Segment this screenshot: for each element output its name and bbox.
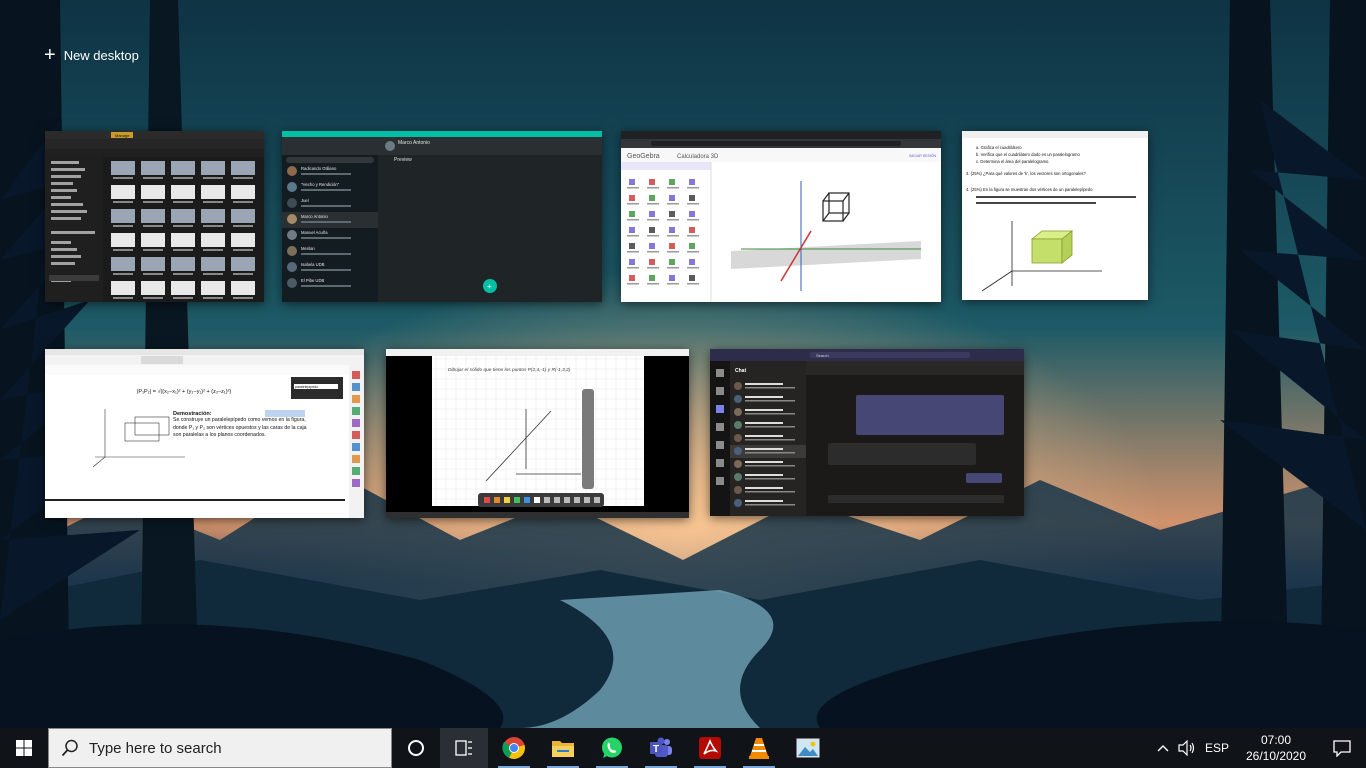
- chrome-icon: [502, 737, 525, 759]
- svg-text:T: T: [653, 744, 659, 755]
- teams-icon: T: [650, 737, 672, 757]
- whatsapp-chat-item: "Hecho y Rendición": [301, 182, 340, 187]
- exercise-line: 3. (25%) ¿Para qué valores de 'k', los v…: [966, 171, 1087, 176]
- svg-text:+: +: [487, 282, 492, 291]
- whatsapp-chat-item: Juel: [301, 198, 309, 203]
- tray-overflow-button[interactable]: [1152, 728, 1174, 768]
- taskbar-app-file-explorer[interactable]: [539, 728, 587, 768]
- window-thumbnail-geogebra[interactable]: GeoGebra Calculadora 3D INICIAR SESIÓN: [621, 131, 941, 302]
- clock-date: 26/10/2020: [1245, 749, 1307, 763]
- action-center-button[interactable]: [1318, 728, 1366, 768]
- start-button[interactable]: [0, 728, 48, 768]
- pdf-formula: |P₁P₂| = √((x₂−x₁)² + (y₂−y₁)² + (z₂−z₁)…: [137, 388, 231, 395]
- window-thumbnail-teams[interactable]: Search Chat: [710, 349, 1024, 516]
- new-desktop-button[interactable]: + New desktop: [44, 44, 139, 66]
- exercise-line: 4. (25%) En la figura se muestran dos vé…: [966, 187, 1093, 192]
- task-view-button[interactable]: [440, 728, 488, 768]
- teams-search[interactable]: Search: [816, 353, 829, 358]
- whiteboard-note: Dibujar el sólido que tiene los puntos P…: [448, 367, 571, 373]
- window-thumbnail-whiteboard[interactable]: Dibujar el sólido que tiene los puntos P…: [386, 349, 689, 518]
- whatsapp-chat-item: Menlan: [301, 246, 315, 251]
- vlc-icon: [749, 738, 769, 759]
- search-placeholder: Type here to search: [89, 739, 222, 757]
- geogebra-brand: GeoGebra: [627, 153, 660, 160]
- exercise-line: b. Verifica que el cuadrilátero dado es …: [976, 152, 1080, 157]
- task-view-icon: [455, 740, 472, 756]
- input-language[interactable]: ESP: [1200, 728, 1234, 768]
- pdf-body-text: Se construye un paralelepípedo como vemo…: [173, 417, 307, 438]
- taskbar-app-whatsapp[interactable]: [588, 728, 636, 768]
- window-thumbnail-whatsapp[interactable]: Marco Antonio Radicando Otiliano "Hecho y…: [282, 131, 602, 302]
- chevron-up-icon: [1157, 745, 1169, 752]
- clock-time: 07:00: [1260, 733, 1292, 747]
- file-explorer-icon: [552, 741, 574, 757]
- explorer-tab-manage: Manage: [115, 133, 130, 138]
- whatsapp-chat-item: Isabela UDB: [301, 262, 325, 267]
- pdf-search-field[interactable]: paralelepípedo: [295, 385, 318, 389]
- taskbar: Type here to search T ESP 07:00 26/10/20…: [0, 728, 1366, 768]
- volume-button[interactable]: [1174, 728, 1200, 768]
- cortana-icon: [408, 740, 424, 756]
- taskbar-search-box[interactable]: Type here to search: [48, 728, 392, 768]
- exercise-line: a. Grafica el cuadrilátero: [976, 145, 1022, 150]
- geogebra-app-name: Calculadora 3D: [677, 154, 719, 160]
- taskbar-app-acrobat[interactable]: [686, 728, 734, 768]
- clock[interactable]: 07:00 26/10/2020: [1234, 728, 1318, 768]
- whatsapp-chat-item: Radicando Otiliano: [301, 166, 337, 171]
- taskbar-app-vlc[interactable]: [735, 728, 783, 768]
- new-desktop-label: New desktop: [63, 47, 139, 63]
- windows-logo-icon: [16, 740, 32, 756]
- geogebra-signin: INICIAR SESIÓN: [909, 153, 937, 158]
- whatsapp-chat-item: El Pibe UDB: [301, 278, 324, 283]
- taskbar-app-chrome[interactable]: [490, 728, 538, 768]
- window-thumbnail-pdf[interactable]: paralelepípedo |P₁P₂| = √((x₂−x₁)² + (y₂…: [45, 349, 364, 518]
- whatsapp-chat-item: Marco Antonio: [301, 214, 328, 219]
- acrobat-icon: [699, 737, 721, 759]
- whatsapp-contact-name: Marco Antonio: [398, 140, 430, 146]
- system-tray: ESP 07:00 26/10/2020: [1152, 728, 1366, 768]
- search-icon: [61, 739, 78, 757]
- whatsapp-chat-item: Manuel Acuña: [301, 230, 328, 235]
- photos-icon: [796, 738, 820, 758]
- cortana-button[interactable]: [392, 728, 440, 768]
- taskbar-app-photos[interactable]: [784, 728, 832, 768]
- window-thumbnail-file-explorer[interactable]: Manage: [45, 131, 264, 302]
- whatsapp-icon: [602, 737, 622, 758]
- whatsapp-preview-label: Preview: [394, 157, 412, 163]
- notification-icon: [1333, 740, 1351, 757]
- window-thumbnail-exercise-image[interactable]: a. Grafica el cuadrilátero b. Verifica qu…: [962, 131, 1148, 300]
- volume-icon: [1178, 740, 1195, 756]
- exercise-line: c. Determina el área del paralelogramo.: [976, 159, 1050, 164]
- taskbar-app-teams[interactable]: T: [637, 728, 685, 768]
- plus-icon: +: [44, 44, 56, 66]
- teams-chat-header: Chat: [735, 368, 746, 374]
